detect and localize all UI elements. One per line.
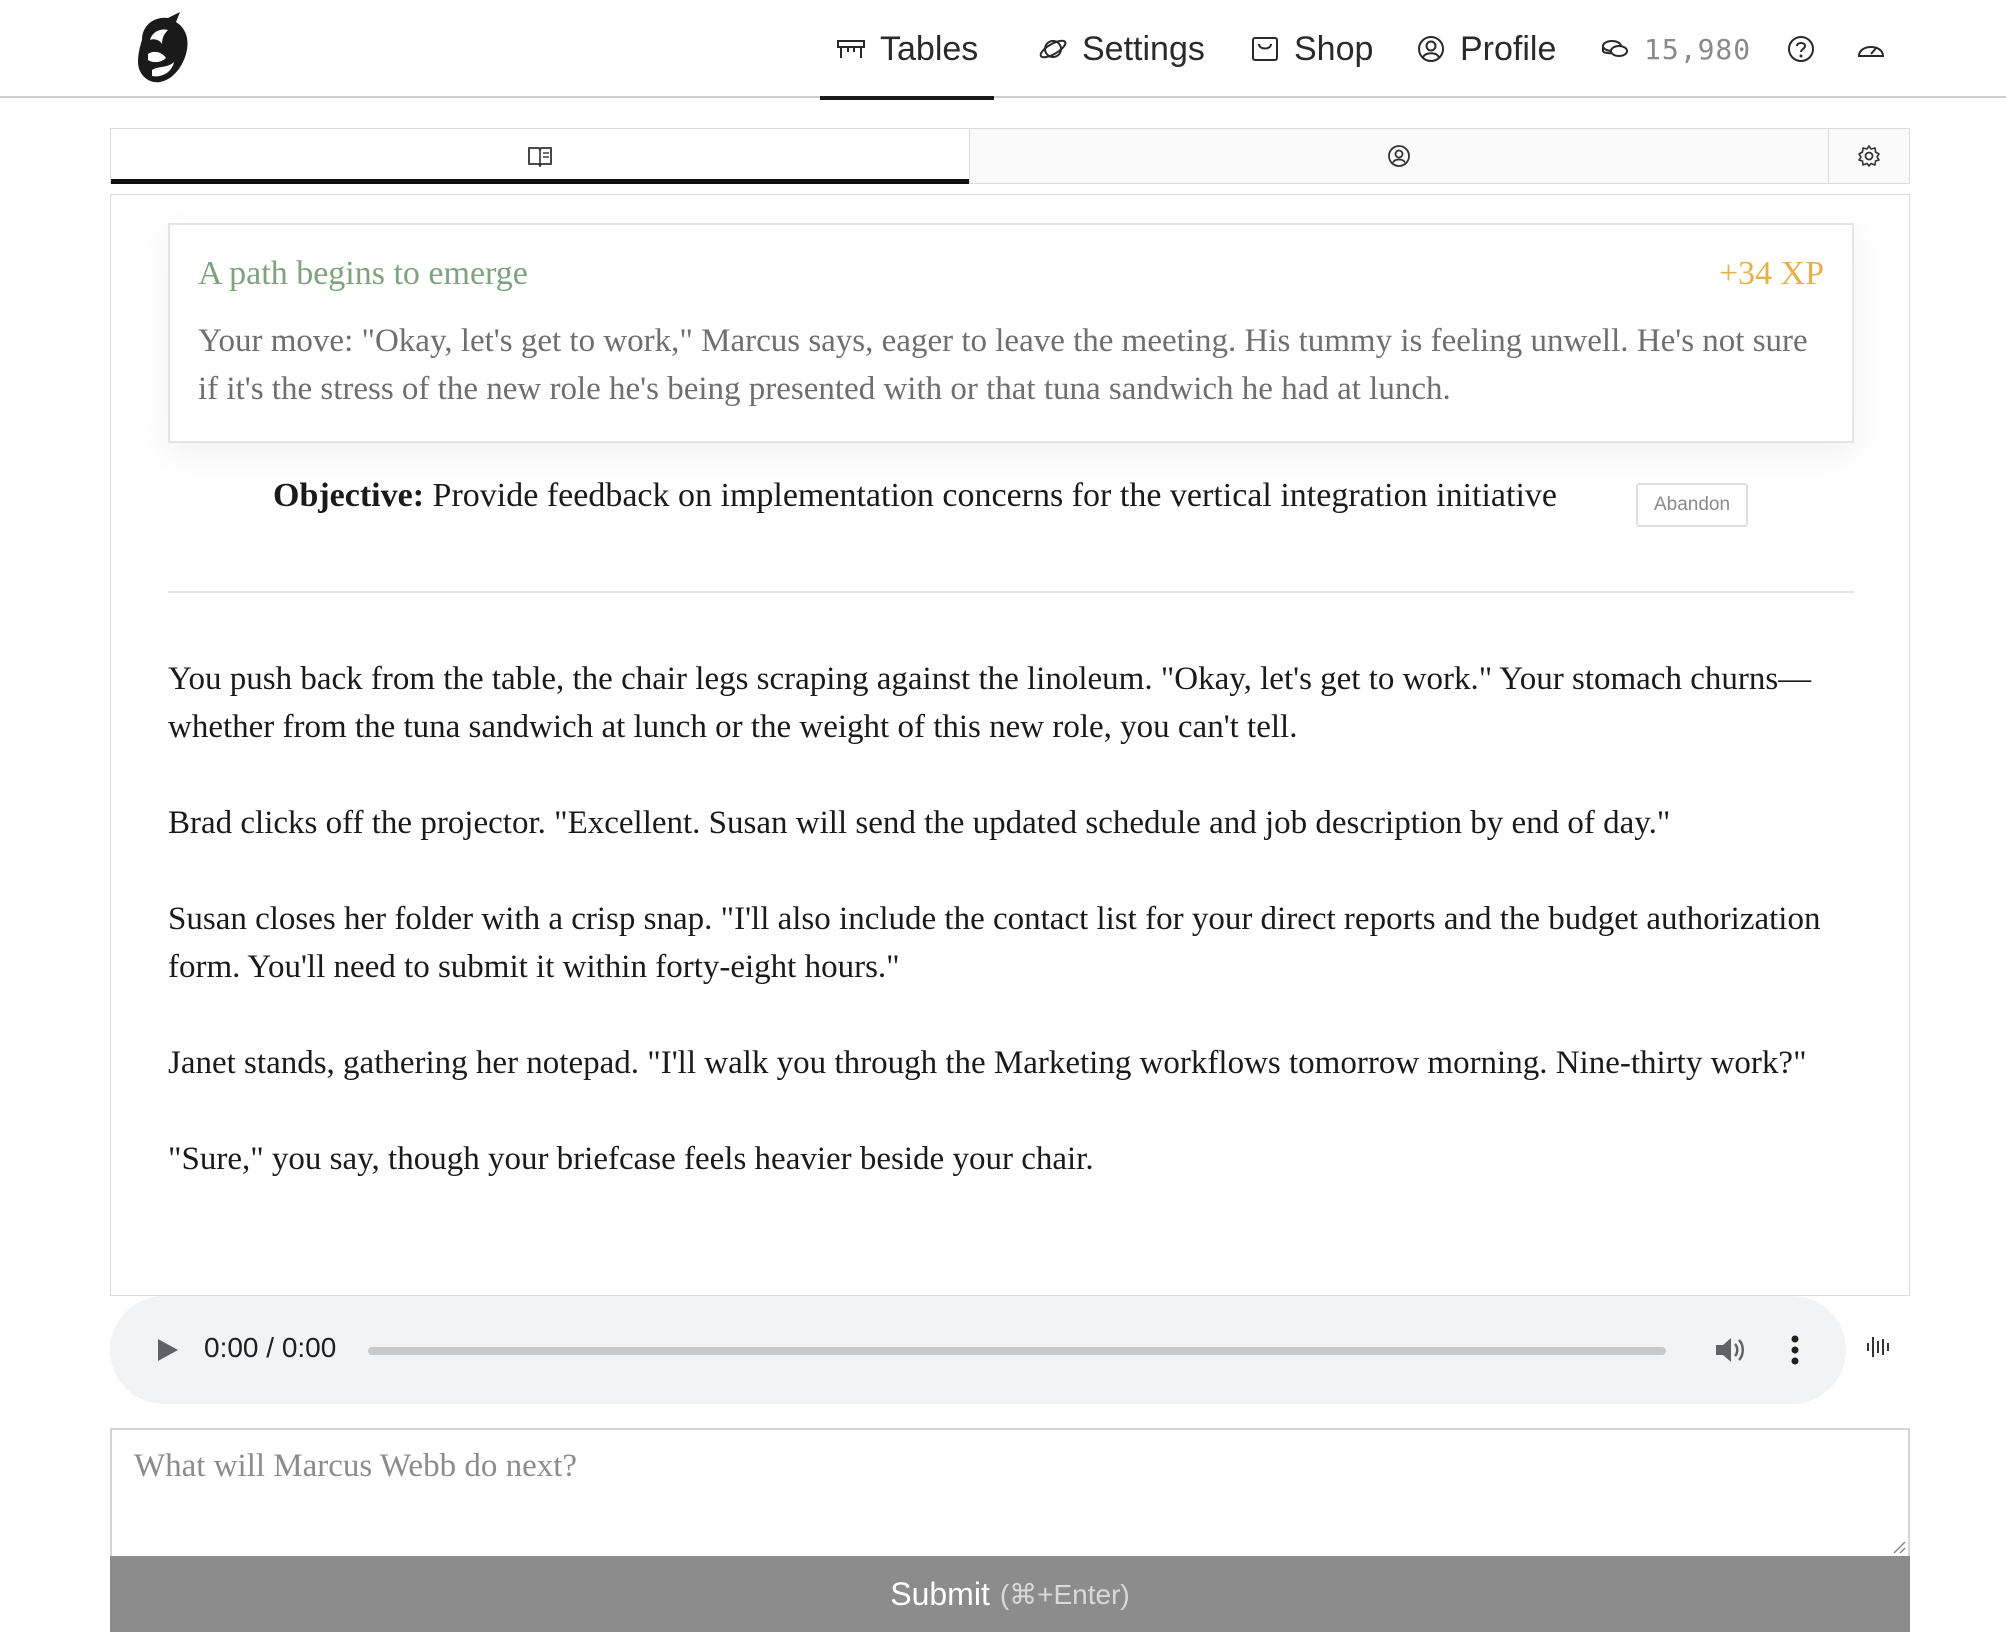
nav-settings-wrap: Settings — [1038, 0, 1205, 98]
story-paragraph: Janet stands, gathering her notepad. "I'… — [168, 1045, 1807, 1081]
event-card: A path begins to emerge +34 XP Your move… — [168, 223, 1854, 443]
divider — [168, 591, 1854, 593]
shop-icon — [1250, 34, 1280, 64]
nav-shop-wrap: Shop — [1250, 0, 1373, 98]
help-wrap — [1786, 0, 1816, 98]
table-icon — [836, 34, 866, 64]
more-options-icon[interactable] — [1786, 1332, 1804, 1368]
app-logo[interactable] — [132, 10, 194, 86]
help-button[interactable] — [1786, 0, 1816, 98]
action-input-wrap — [110, 1428, 1910, 1558]
event-body: Your move: "Okay, let's get to work," Ma… — [198, 323, 1808, 407]
help-icon — [1786, 34, 1816, 64]
resize-handle-icon[interactable] — [1890, 1538, 1906, 1554]
gauge-icon — [1856, 34, 1886, 64]
play-button[interactable] — [152, 1334, 182, 1366]
action-input[interactable] — [112, 1430, 1908, 1556]
event-title: A path begins to emerge — [198, 255, 528, 292]
audio-progress-track[interactable] — [368, 1347, 1666, 1355]
character-icon — [1387, 144, 1411, 168]
nav-tables-label: Tables — [880, 29, 979, 68]
dashboard-button[interactable] — [1856, 0, 1886, 98]
nav-profile[interactable]: Profile — [1416, 0, 1556, 98]
book-icon — [527, 145, 553, 167]
audio-player: 0:00 / 0:00 — [110, 1296, 1846, 1404]
objective-text: Provide feedback on implementation conce… — [432, 477, 1557, 514]
objective: Objective: Provide feedback on implement… — [273, 477, 1557, 515]
coins-wrap: 15,980 — [1600, 0, 1751, 98]
nav-shop[interactable]: Shop — [1250, 0, 1373, 98]
waveform-icon[interactable] — [1866, 1332, 1892, 1362]
main-nav: Tables — [819, 0, 995, 100]
tab-settings[interactable] — [1829, 129, 1909, 183]
submit-label: Submit — [890, 1575, 990, 1612]
nav-settings-label: Settings — [1082, 29, 1205, 68]
story-panel[interactable]: A path begins to emerge +34 XP Your move… — [110, 194, 1910, 1296]
submit-shortcut-hint: (⌘+Enter) — [999, 1578, 1130, 1610]
audio-time: 0:00 / 0:00 — [204, 1332, 337, 1363]
story-paragraph: "Sure," you say, though your briefcase f… — [168, 1141, 1094, 1177]
nav-profile-wrap: Profile — [1416, 0, 1556, 98]
coins-balance[interactable]: 15,980 — [1600, 0, 1751, 98]
xp-badge: +34 XP — [1718, 255, 1824, 292]
objective-label: Objective: — [273, 477, 425, 514]
nav-profile-label: Profile — [1460, 29, 1557, 68]
nav-shop-label: Shop — [1294, 29, 1374, 68]
dashboard-wrap — [1856, 0, 1886, 98]
submit-button[interactable]: Submit (⌘+Enter) — [110, 1556, 1910, 1632]
planet-icon — [1038, 34, 1068, 64]
nav-tables[interactable]: Tables — [819, 0, 995, 100]
nav-settings[interactable]: Settings — [1038, 0, 1205, 98]
coins-icon — [1600, 34, 1630, 64]
profile-icon — [1416, 34, 1446, 64]
story-paragraph: You push back from the table, the chair … — [168, 661, 1812, 745]
tab-character[interactable] — [970, 129, 1830, 183]
story-text: You push back from the table, the chair … — [168, 655, 1854, 1231]
tab-story[interactable] — [111, 129, 971, 184]
story-paragraph: Susan closes her folder with a crisp sna… — [168, 901, 1821, 985]
top-header: Tables Settings Shop Profile 15,980 — [0, 0, 2006, 100]
story-paragraph: Brad clicks off the projector. "Excellen… — [168, 805, 1671, 841]
volume-icon[interactable] — [1712, 1332, 1748, 1368]
abandon-button[interactable]: Abandon — [1636, 483, 1748, 527]
gear-icon — [1857, 144, 1881, 168]
panel-tabs — [110, 128, 1910, 184]
coins-value: 15,980 — [1644, 32, 1752, 66]
